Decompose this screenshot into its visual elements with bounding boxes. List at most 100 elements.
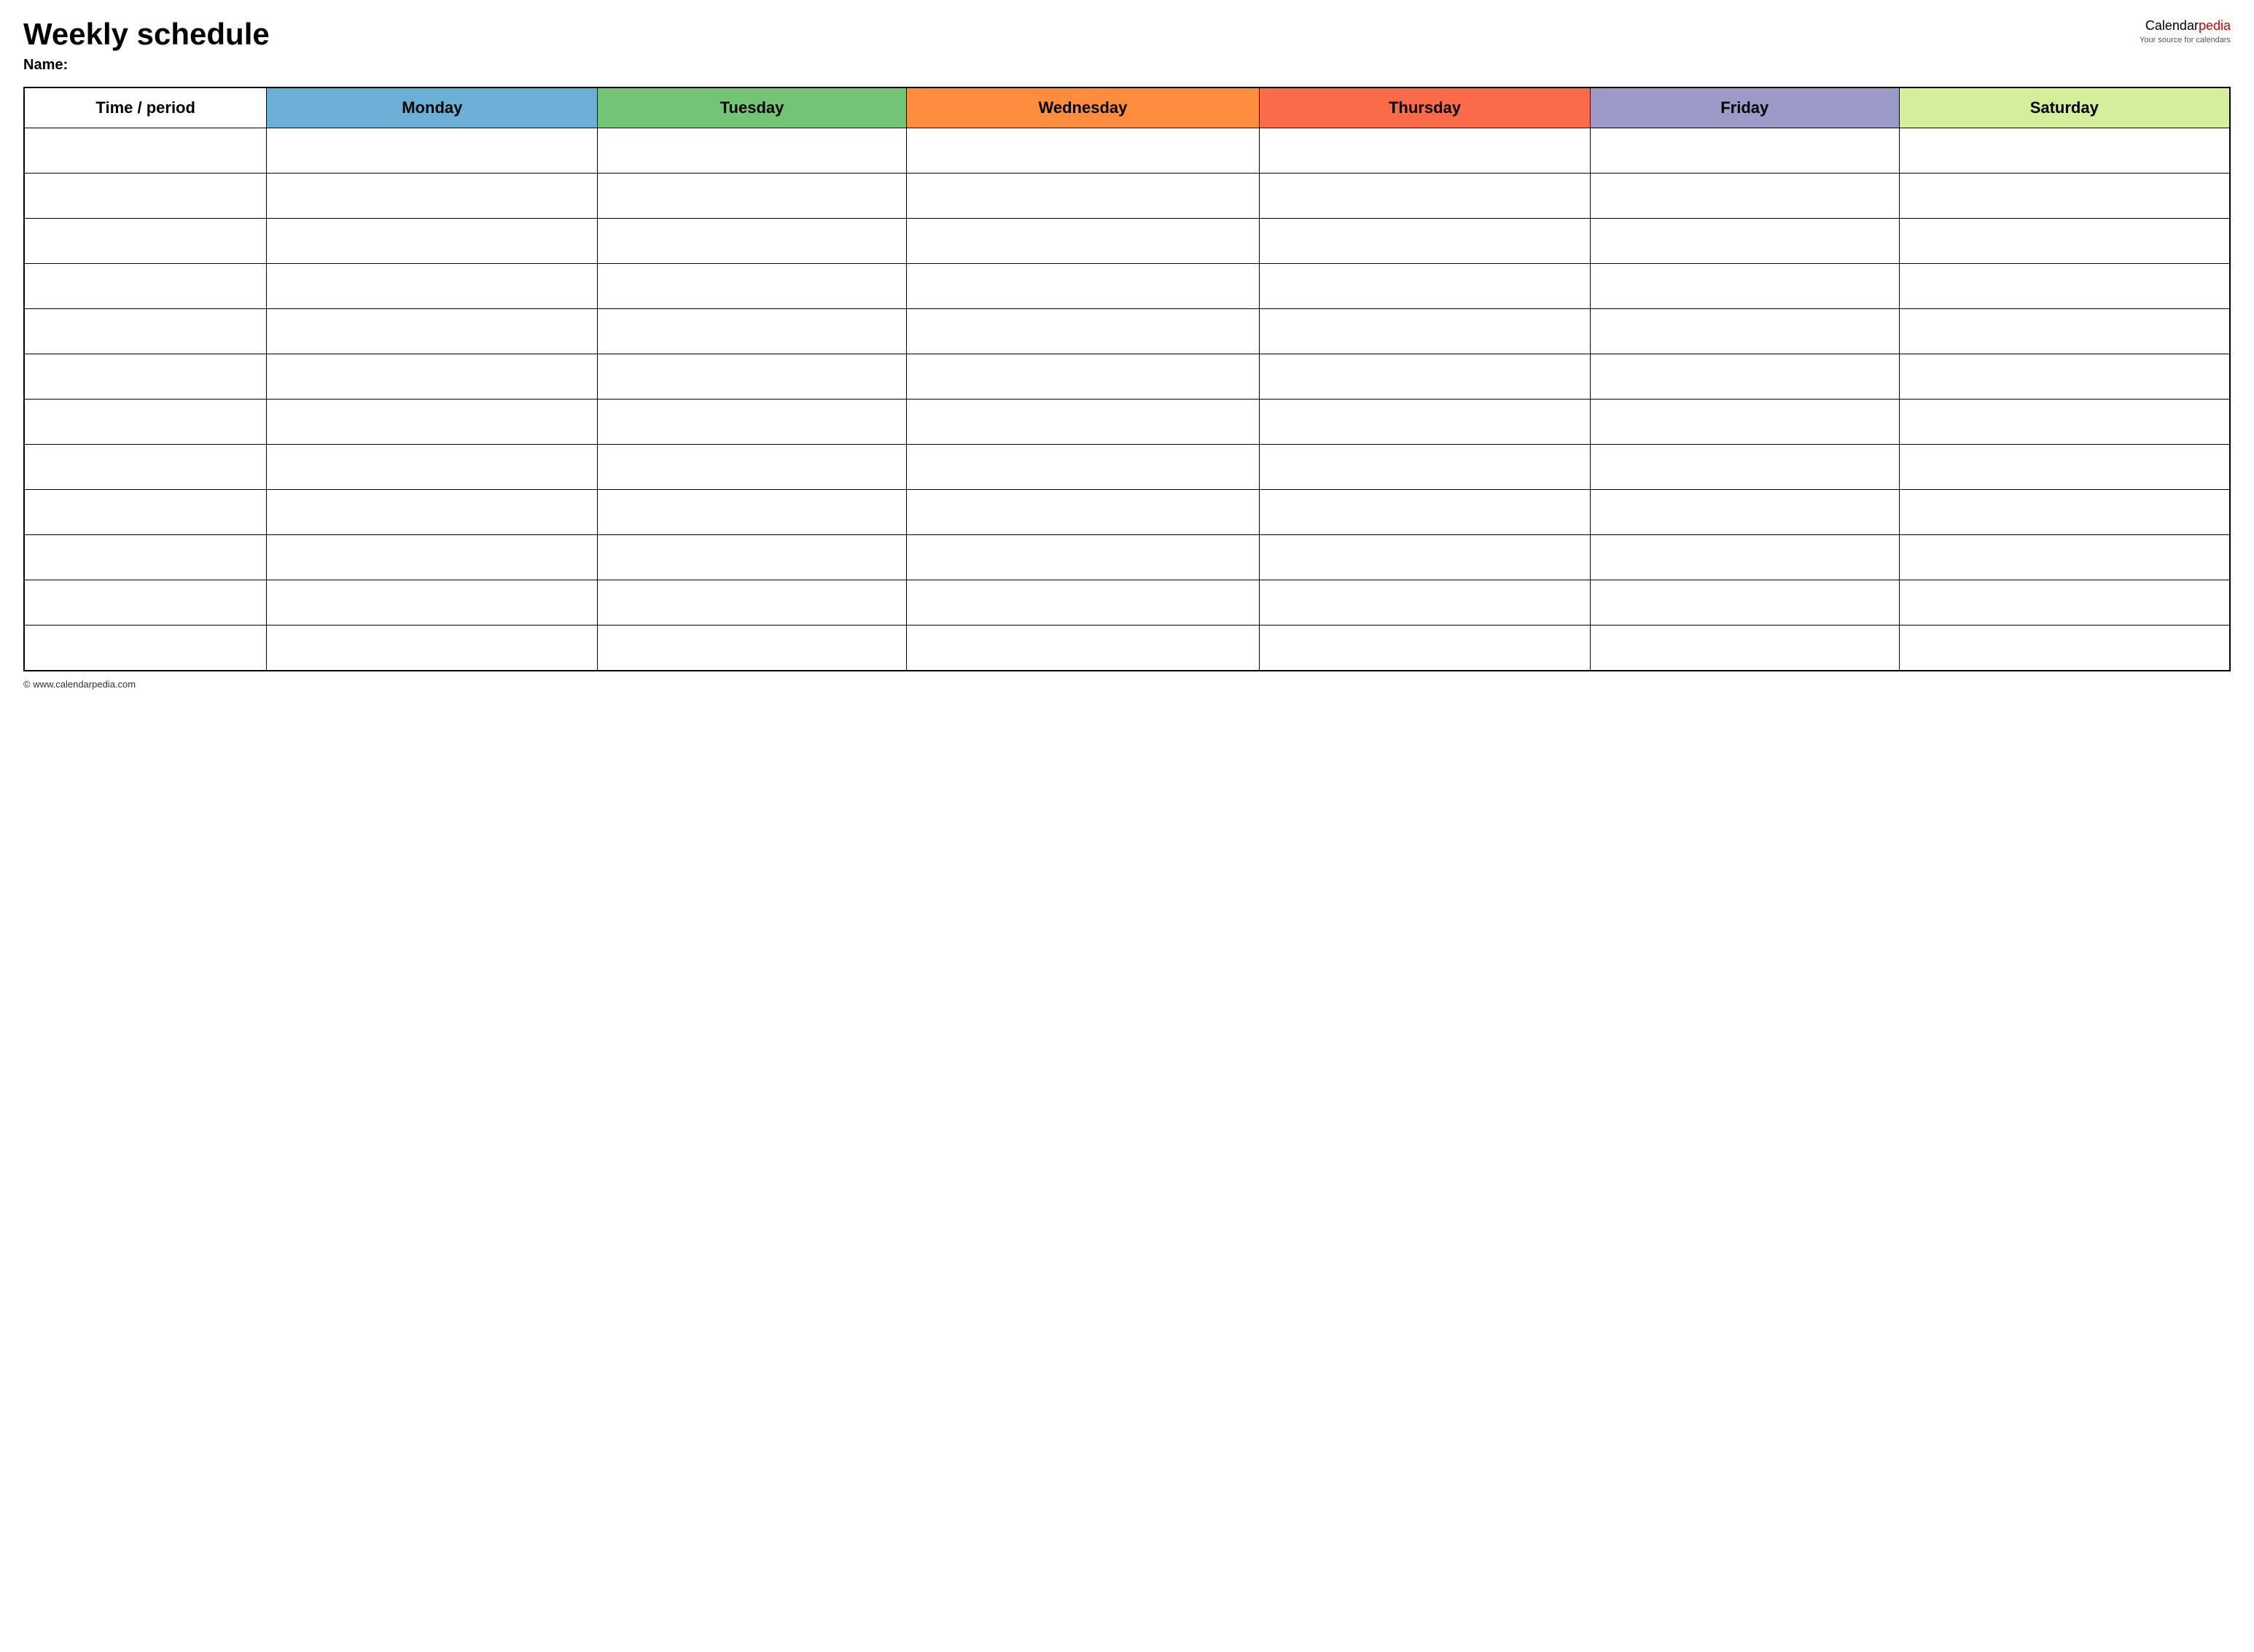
cell-row8-tuesday[interactable]: [598, 445, 907, 490]
table-row: [24, 219, 2230, 264]
cell-row4-friday[interactable]: [1590, 264, 1899, 309]
cell-row7-wednesday[interactable]: [906, 400, 1259, 445]
cell-row1-saturday[interactable]: [1899, 128, 2230, 174]
cell-row4-thursday[interactable]: [1260, 264, 1591, 309]
cell-row9-time[interactable]: [24, 490, 267, 535]
footer: © www.calendarpedia.com: [23, 679, 2231, 690]
cell-row10-monday[interactable]: [267, 535, 598, 580]
cell-row7-time[interactable]: [24, 400, 267, 445]
cell-row4-wednesday[interactable]: [906, 264, 1259, 309]
cell-row9-monday[interactable]: [267, 490, 598, 535]
cell-row2-saturday[interactable]: [1899, 174, 2230, 219]
cell-row6-thursday[interactable]: [1260, 354, 1591, 400]
table-row: [24, 264, 2230, 309]
cell-row4-saturday[interactable]: [1899, 264, 2230, 309]
cell-row1-thursday[interactable]: [1260, 128, 1591, 174]
col-header-thursday: Thursday: [1260, 87, 1591, 128]
cell-row10-thursday[interactable]: [1260, 535, 1591, 580]
cell-row12-wednesday[interactable]: [906, 626, 1259, 671]
cell-row6-time[interactable]: [24, 354, 267, 400]
cell-row3-tuesday[interactable]: [598, 219, 907, 264]
cell-row2-friday[interactable]: [1590, 174, 1899, 219]
cell-row4-time[interactable]: [24, 264, 267, 309]
footer-url: © www.calendarpedia.com: [23, 679, 136, 690]
cell-row5-time[interactable]: [24, 309, 267, 354]
table-row: [24, 535, 2230, 580]
cell-row7-thursday[interactable]: [1260, 400, 1591, 445]
cell-row11-tuesday[interactable]: [598, 580, 907, 626]
cell-row7-friday[interactable]: [1590, 400, 1899, 445]
page-title: Weekly schedule: [23, 17, 270, 51]
cell-row1-time[interactable]: [24, 128, 267, 174]
cell-row12-tuesday[interactable]: [598, 626, 907, 671]
cell-row10-saturday[interactable]: [1899, 535, 2230, 580]
cell-row5-wednesday[interactable]: [906, 309, 1259, 354]
brand-logo: Calendarpedia Your source for calendars: [2140, 17, 2231, 45]
cell-row9-saturday[interactable]: [1899, 490, 2230, 535]
weekly-schedule-table: Time / period Monday Tuesday Wednesday T…: [23, 87, 2231, 671]
cell-row12-monday[interactable]: [267, 626, 598, 671]
cell-row1-tuesday[interactable]: [598, 128, 907, 174]
cell-row5-tuesday[interactable]: [598, 309, 907, 354]
cell-row9-tuesday[interactable]: [598, 490, 907, 535]
table-row: [24, 626, 2230, 671]
cell-row6-monday[interactable]: [267, 354, 598, 400]
cell-row3-saturday[interactable]: [1899, 219, 2230, 264]
cell-row11-monday[interactable]: [267, 580, 598, 626]
table-row: [24, 354, 2230, 400]
cell-row5-friday[interactable]: [1590, 309, 1899, 354]
cell-row5-saturday[interactable]: [1899, 309, 2230, 354]
cell-row10-tuesday[interactable]: [598, 535, 907, 580]
cell-row10-wednesday[interactable]: [906, 535, 1259, 580]
cell-row3-monday[interactable]: [267, 219, 598, 264]
cell-row1-friday[interactable]: [1590, 128, 1899, 174]
cell-row11-thursday[interactable]: [1260, 580, 1591, 626]
cell-row8-time[interactable]: [24, 445, 267, 490]
table-row: [24, 174, 2230, 219]
cell-row2-tuesday[interactable]: [598, 174, 907, 219]
cell-row3-wednesday[interactable]: [906, 219, 1259, 264]
cell-row12-friday[interactable]: [1590, 626, 1899, 671]
cell-row4-tuesday[interactable]: [598, 264, 907, 309]
cell-row6-saturday[interactable]: [1899, 354, 2230, 400]
cell-row8-saturday[interactable]: [1899, 445, 2230, 490]
col-header-friday: Friday: [1590, 87, 1899, 128]
cell-row5-thursday[interactable]: [1260, 309, 1591, 354]
cell-row12-saturday[interactable]: [1899, 626, 2230, 671]
cell-row1-monday[interactable]: [267, 128, 598, 174]
cell-row11-friday[interactable]: [1590, 580, 1899, 626]
cell-row3-thursday[interactable]: [1260, 219, 1591, 264]
cell-row2-monday[interactable]: [267, 174, 598, 219]
cell-row7-saturday[interactable]: [1899, 400, 2230, 445]
cell-row2-wednesday[interactable]: [906, 174, 1259, 219]
cell-row11-time[interactable]: [24, 580, 267, 626]
cell-row8-wednesday[interactable]: [906, 445, 1259, 490]
cell-row8-friday[interactable]: [1590, 445, 1899, 490]
cell-row9-wednesday[interactable]: [906, 490, 1259, 535]
cell-row11-saturday[interactable]: [1899, 580, 2230, 626]
cell-row6-friday[interactable]: [1590, 354, 1899, 400]
cell-row2-thursday[interactable]: [1260, 174, 1591, 219]
cell-row3-friday[interactable]: [1590, 219, 1899, 264]
cell-row11-wednesday[interactable]: [906, 580, 1259, 626]
table-row: [24, 490, 2230, 535]
cell-row10-time[interactable]: [24, 535, 267, 580]
cell-row8-thursday[interactable]: [1260, 445, 1591, 490]
cell-row6-tuesday[interactable]: [598, 354, 907, 400]
cell-row9-friday[interactable]: [1590, 490, 1899, 535]
cell-row7-tuesday[interactable]: [598, 400, 907, 445]
cell-row10-friday[interactable]: [1590, 535, 1899, 580]
cell-row7-monday[interactable]: [267, 400, 598, 445]
cell-row5-monday[interactable]: [267, 309, 598, 354]
cell-row1-wednesday[interactable]: [906, 128, 1259, 174]
cell-row2-time[interactable]: [24, 174, 267, 219]
cell-row6-wednesday[interactable]: [906, 354, 1259, 400]
cell-row12-thursday[interactable]: [1260, 626, 1591, 671]
page-header: Weekly schedule Calendarpedia Your sourc…: [23, 17, 2231, 51]
cell-row9-thursday[interactable]: [1260, 490, 1591, 535]
cell-row12-time[interactable]: [24, 626, 267, 671]
col-header-tuesday: Tuesday: [598, 87, 907, 128]
cell-row8-monday[interactable]: [267, 445, 598, 490]
cell-row4-monday[interactable]: [267, 264, 598, 309]
cell-row3-time[interactable]: [24, 219, 267, 264]
